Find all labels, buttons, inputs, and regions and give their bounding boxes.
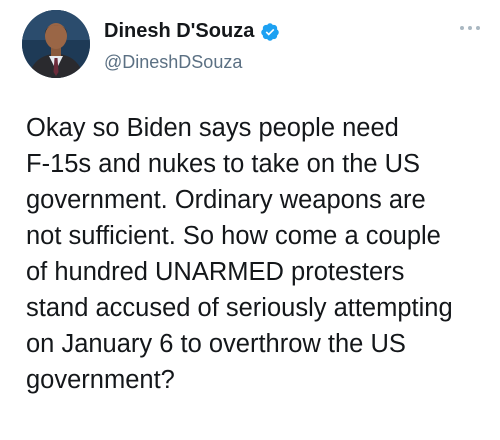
tweet-text-line: not sufficient. So how come a couple — [26, 222, 441, 250]
tweet-text-line: stand accused of seriously attempting — [26, 294, 453, 322]
verified-badge-icon — [260, 22, 280, 42]
tweet-text-line: F-15s and nukes to take on the US — [26, 150, 421, 178]
author-handle[interactable]: @DineshDSouza — [104, 52, 242, 73]
avatar[interactable] — [22, 10, 90, 78]
tweet-card: Dinesh D'Souza @DineshDSouza Okay so Bid… — [0, 0, 500, 440]
author-name-row: Dinesh D'Souza — [104, 20, 280, 43]
author-display-name[interactable]: Dinesh D'Souza — [104, 20, 254, 43]
more-dot — [468, 26, 472, 30]
tweet-text-line: government? — [26, 366, 175, 394]
tweet-text-line: Okay so Biden says people need — [26, 114, 399, 142]
tweet-text-line: government. Ordinary weapons are — [26, 186, 426, 214]
avatar-photo-icon — [22, 10, 90, 78]
more-dot — [476, 26, 480, 30]
tweet-text: Okay so Biden says people need F-15s and… — [26, 110, 486, 398]
more-options-icon[interactable] — [460, 24, 482, 32]
more-dot — [460, 26, 464, 30]
tweet-text-line: of hundred UNARMED protesters — [26, 258, 405, 286]
tweet-text-line: on January 6 to overthrow the US — [26, 330, 406, 358]
